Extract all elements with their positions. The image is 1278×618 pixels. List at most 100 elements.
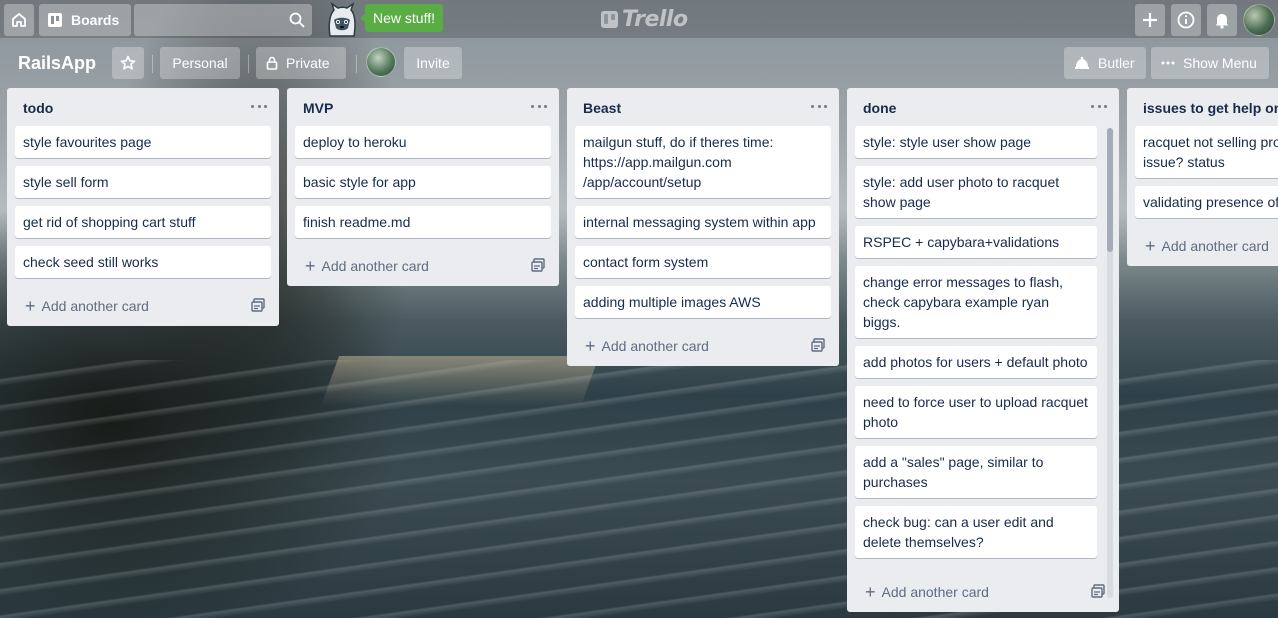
invite-label: Invite <box>416 55 450 71</box>
butler-label: Butler <box>1098 55 1135 71</box>
card[interactable]: style favourites page <box>15 126 271 158</box>
list-menu-icon[interactable] <box>811 98 827 114</box>
info-button[interactable] <box>1171 4 1201 36</box>
list-header: issues to get help on <box>1127 88 1278 126</box>
card[interactable]: change error messages to flash, check ca… <box>855 266 1097 338</box>
scrollbar-thumb[interactable] <box>1107 128 1113 252</box>
card[interactable]: add photos for users + default photo <box>855 346 1097 378</box>
trello-logo-icon <box>601 10 618 28</box>
card[interactable]: mailgun stuff, do if theres time: https:… <box>575 126 831 198</box>
home-icon <box>12 13 26 27</box>
add-card-label: Add another card <box>601 338 709 354</box>
card-template-icon[interactable] <box>1091 584 1105 598</box>
info-icon <box>1177 11 1195 29</box>
plus-icon: + <box>25 296 36 316</box>
list-title[interactable]: done <box>863 100 1103 116</box>
plus-icon: + <box>865 582 876 602</box>
list-menu-icon[interactable] <box>1091 98 1107 114</box>
add-card-button[interactable]: + Add another card <box>847 572 1119 612</box>
card-template-icon[interactable] <box>531 258 545 272</box>
lock-icon <box>266 56 278 70</box>
star-board-button[interactable] <box>112 47 144 79</box>
background-shore <box>320 356 600 406</box>
visibility-label: Private <box>286 55 330 71</box>
card[interactable]: style: style user show page <box>855 126 1097 158</box>
show-menu-button[interactable]: Show Menu <box>1151 47 1269 79</box>
taco-mascot-icon[interactable] <box>322 2 362 38</box>
card[interactable]: RSPEC + capybara+validations <box>855 226 1097 258</box>
list-todo[interactable]: todo style favourites page style sell fo… <box>7 88 279 326</box>
card[interactable]: contact form system <box>575 246 831 278</box>
boards-button[interactable]: Boards <box>39 4 131 36</box>
board-title[interactable]: RailsApp <box>10 47 104 79</box>
card-container: racquet not selling properly, webhook is… <box>1127 126 1278 218</box>
list-menu-icon[interactable] <box>251 98 267 114</box>
boards-icon <box>48 13 62 27</box>
create-button[interactable] <box>1135 4 1165 36</box>
butler-icon <box>1075 56 1089 69</box>
list-header: done <box>847 88 1119 126</box>
add-card-label: Add another card <box>881 584 989 600</box>
card[interactable]: deploy to heroku <box>295 126 551 158</box>
card[interactable]: style sell form <box>15 166 271 198</box>
card-container: mailgun stuff, do if theres time: https:… <box>567 126 839 318</box>
notifications-button[interactable] <box>1207 4 1237 36</box>
list-title[interactable]: Beast <box>583 100 823 116</box>
card[interactable]: check seed still works <box>15 246 271 278</box>
team-label: Personal <box>172 55 228 71</box>
add-card-label: Add another card <box>1161 238 1269 254</box>
add-card-button[interactable]: + Add another card <box>1127 226 1278 266</box>
home-button[interactable] <box>4 4 34 36</box>
card[interactable]: validating presence of attachment <box>1135 186 1278 218</box>
visibility-button[interactable]: Private <box>256 47 346 79</box>
card[interactable]: get rid of shopping cart stuff <box>15 206 271 238</box>
add-card-label: Add another card <box>321 258 429 274</box>
card[interactable]: basic style for app <box>295 166 551 198</box>
list-title[interactable]: issues to get help on <box>1143 100 1278 116</box>
card[interactable]: adding multiple images AWS <box>575 286 831 318</box>
list-mvp[interactable]: MVP deploy to heroku basic style for app… <box>287 88 559 286</box>
list-done[interactable]: done style: style user show page style: … <box>847 88 1119 612</box>
card[interactable]: finish readme.md <box>295 206 551 238</box>
list-beast[interactable]: Beast mailgun stuff, do if theres time: … <box>567 88 839 366</box>
plus-icon <box>1143 13 1157 27</box>
add-card-button[interactable]: + Add another card <box>7 286 279 326</box>
new-stuff-label: New stuff! <box>373 10 435 26</box>
list-title[interactable]: todo <box>23 100 263 116</box>
search-box[interactable] <box>134 4 312 36</box>
list-header: Beast <box>567 88 839 126</box>
bell-icon <box>1215 14 1229 29</box>
list-scrollbar[interactable] <box>1107 128 1113 598</box>
list-issues[interactable]: issues to get help on racquet not sellin… <box>1127 88 1278 266</box>
show-menu-label: Show Menu <box>1183 55 1257 71</box>
card[interactable]: internal messaging system within app <box>575 206 831 238</box>
header-divider <box>248 55 249 73</box>
card[interactable]: add a "sales" page, similar to purchases <box>855 446 1097 498</box>
card-template-icon[interactable] <box>251 298 265 312</box>
list-title[interactable]: MVP <box>303 100 543 116</box>
butler-button[interactable]: Butler <box>1064 47 1146 79</box>
new-stuff-badge[interactable]: New stuff! <box>360 4 443 32</box>
member-avatar[interactable] <box>366 47 396 77</box>
invite-button[interactable]: Invite <box>404 47 462 79</box>
card-template-icon[interactable] <box>811 338 825 352</box>
list-menu-icon[interactable] <box>531 98 547 114</box>
search-icon[interactable] <box>289 12 305 28</box>
search-input[interactable] <box>134 4 312 36</box>
user-avatar[interactable] <box>1243 4 1275 36</box>
card[interactable]: racquet not selling properly, webhook is… <box>1135 126 1278 178</box>
list-header: todo <box>7 88 279 126</box>
plus-icon: + <box>305 256 316 276</box>
plus-icon: + <box>585 336 596 356</box>
card[interactable]: style: add user photo to racquet show pa… <box>855 166 1097 218</box>
list-header: MVP <box>287 88 559 126</box>
add-card-button[interactable]: + Add another card <box>287 246 559 286</box>
add-card-button[interactable]: + Add another card <box>567 326 839 366</box>
card-container[interactable]: style: style user show page style: add u… <box>847 126 1119 572</box>
header-divider <box>356 55 357 73</box>
card[interactable]: need to force user to upload racquet pho… <box>855 386 1097 438</box>
team-button[interactable]: Personal <box>160 47 240 79</box>
card[interactable]: check bug: can a user edit and delete th… <box>855 506 1097 558</box>
trello-logo[interactable]: Trello <box>601 6 688 32</box>
card-container: style favourites page style sell form ge… <box>7 126 279 278</box>
